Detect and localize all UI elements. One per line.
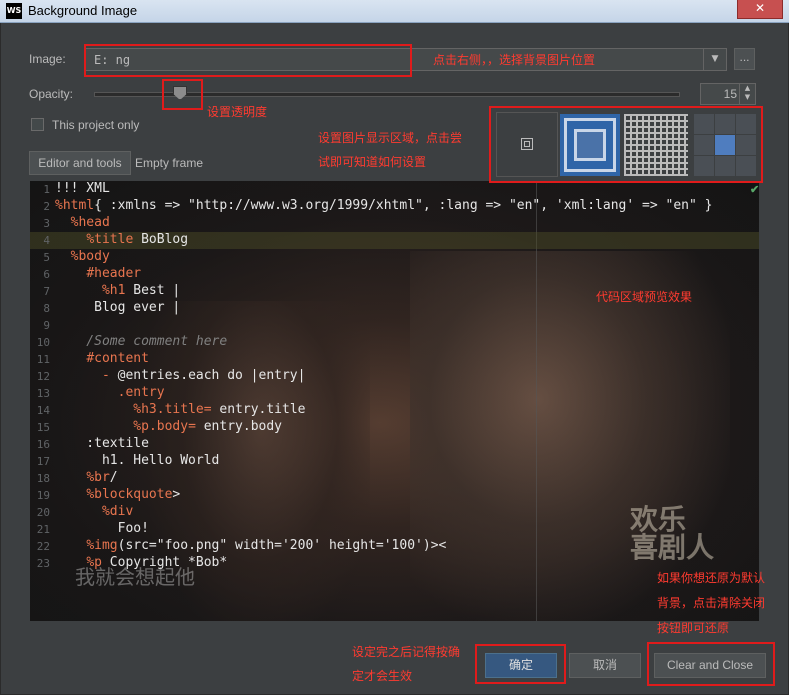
line-number: 11 xyxy=(36,353,50,366)
code-line: !!! XML xyxy=(55,181,110,196)
chevron-down-icon[interactable]: ▼ xyxy=(703,49,726,70)
annotation-area-hint-1: 设置图片显示区域，点击尝 xyxy=(318,131,463,145)
opacity-value: 15 xyxy=(723,87,737,101)
line-number: 9 xyxy=(43,319,50,332)
annotation-box-image xyxy=(84,44,412,77)
annotation-box-fill-mode xyxy=(489,106,763,183)
line-number: 16 xyxy=(36,438,50,451)
this-project-only-label: This project only xyxy=(52,118,140,132)
code-line: - @entries.each do |entry| xyxy=(101,368,306,383)
spinner-arrows-icon[interactable]: ▲ ▼ xyxy=(739,84,755,104)
image-label: Image: xyxy=(29,52,66,66)
line-number: 1 xyxy=(43,183,50,196)
code-line: Blog ever | xyxy=(55,300,181,315)
window-title: Background Image xyxy=(28,3,138,18)
line-number-gutter: 1 2 3 4 5 6 7 8 9 10 11 12 13 14 15 16 17 18 19 20 21 22 23 xyxy=(30,181,52,621)
this-project-only-checkbox[interactable] xyxy=(31,118,44,131)
code-line: Foo! xyxy=(55,521,149,536)
code-line: /Some comment here xyxy=(55,334,228,349)
annotation-restore-hint-1: 如果你想还原为默认 xyxy=(657,571,766,585)
annotation-restore-hint-3: 按钮即可还原 xyxy=(657,621,730,635)
code-line: .entry xyxy=(117,385,165,400)
annotation-area-hint-2: 试即可知道如何设置 xyxy=(318,155,427,169)
webstorm-app-icon: WS xyxy=(6,3,22,19)
code-line: %title BoBlog xyxy=(86,232,189,247)
code-line: %h1 Best | xyxy=(101,283,181,298)
code-line: %img(src="foo.png" width='200' height='1… xyxy=(86,538,447,553)
line-number: 17 xyxy=(36,455,50,468)
code-line: #header xyxy=(86,266,142,281)
checkmark-icon: ✔ xyxy=(750,184,759,196)
opacity-spinner[interactable]: 15 ▲ ▼ xyxy=(700,83,756,105)
line-number: 21 xyxy=(36,523,50,536)
code-line: #content xyxy=(86,351,149,366)
code-line: %br/ xyxy=(86,470,118,485)
line-number: 20 xyxy=(36,506,50,519)
line-number: 4 xyxy=(43,234,50,247)
code-line: %h3.title= entry.title xyxy=(133,402,306,417)
annotation-opacity-hint: 设置透明度 xyxy=(207,105,268,119)
line-number: 3 xyxy=(43,217,50,230)
line-number: 10 xyxy=(36,336,50,349)
line-number: 12 xyxy=(36,370,50,383)
annotation-preview-hint: 代码区域预览效果 xyxy=(596,290,693,304)
annotation-restore-hint-2: 背景，点击清除关闭 xyxy=(657,596,766,610)
code-line: :textile xyxy=(55,436,149,451)
code-line: h1. Hello World xyxy=(55,453,220,468)
tab-empty-frame[interactable]: Empty frame xyxy=(135,156,203,170)
tab-editor-and-tools[interactable]: Editor and tools xyxy=(29,151,131,175)
line-number: 5 xyxy=(43,251,50,264)
line-number: 15 xyxy=(36,421,50,434)
cancel-button[interactable]: 取消 xyxy=(569,653,641,678)
code-line: %head xyxy=(70,215,110,230)
browse-button[interactable]: ... xyxy=(734,48,755,70)
opacity-label: Opacity: xyxy=(29,87,74,101)
code-preview-editor: ✔ 1 2 3 4 5 6 7 8 9 10 11 12 13 14 15 16 17 18 19 20 21 22 23 … xyxy=(30,181,759,621)
annotation-box-opacity xyxy=(162,79,203,110)
code-line: %p.body= entry.body xyxy=(133,419,282,434)
watermark-text: 欢乐 喜剧人 xyxy=(630,503,715,564)
line-number: 6 xyxy=(43,268,50,281)
annotation-image-hint: 点击右侧，，选择背景图片位置 xyxy=(433,53,596,67)
line-number: 8 xyxy=(43,302,50,315)
title-bar: WS Background Image ✕ xyxy=(0,0,789,23)
line-number: 14 xyxy=(36,404,50,417)
annotation-ok-hint-1: 设定完之后记得按确 xyxy=(352,645,461,659)
annotation-box-ok xyxy=(475,644,566,684)
code-line: %body xyxy=(70,249,110,264)
line-number: 2 xyxy=(43,200,50,213)
line-number: 18 xyxy=(36,472,50,485)
annotation-box-clear xyxy=(647,642,775,686)
line-number: 13 xyxy=(36,387,50,400)
line-number: 23 xyxy=(36,557,50,570)
code-line: %html{ :xmlns => "http://www.w3.org/1999… xyxy=(55,198,713,213)
close-window-button[interactable]: ✕ xyxy=(737,0,783,19)
line-number: 22 xyxy=(36,540,50,553)
line-number: 19 xyxy=(36,489,50,502)
video-subtitle: 我就会想起他 xyxy=(75,565,195,589)
show-watermark: 欢乐 喜剧人 xyxy=(630,506,714,562)
code-line: %blockquote> xyxy=(86,487,181,502)
code-line: %div xyxy=(101,504,134,519)
line-number: 7 xyxy=(43,285,50,298)
annotation-ok-hint-2: 定才会生效 xyxy=(352,669,413,683)
